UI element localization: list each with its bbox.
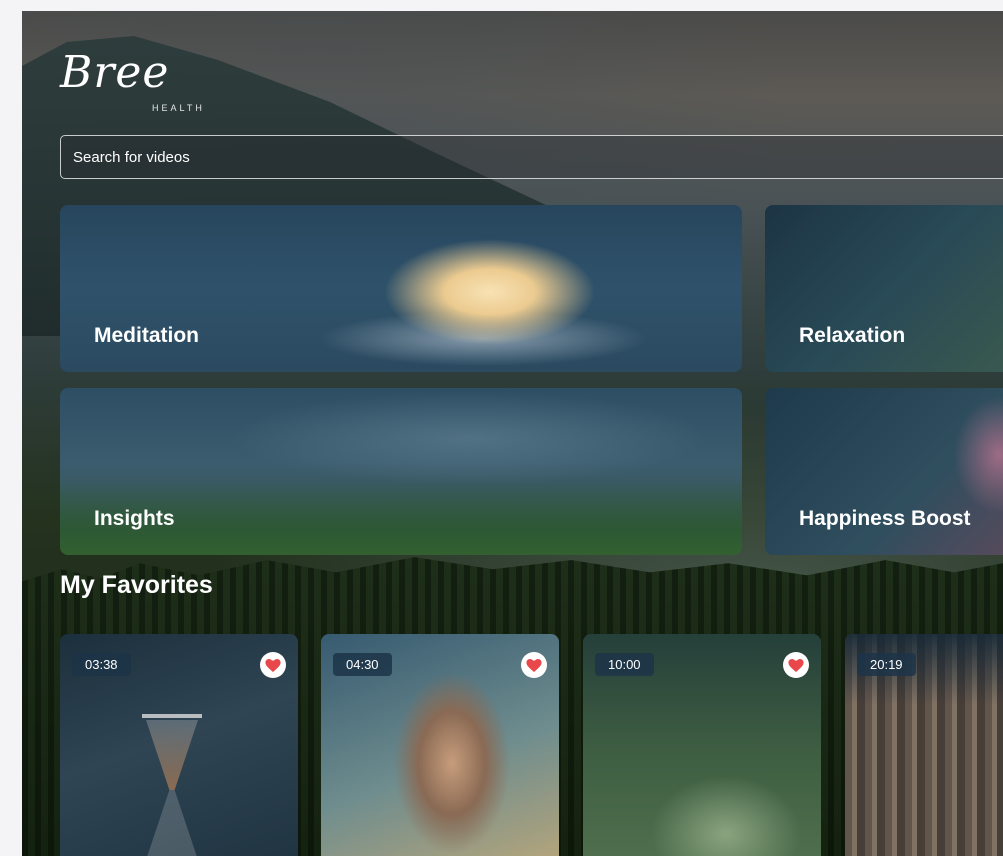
favorite-video-card[interactable]: 03:38 bbox=[60, 634, 298, 856]
app-background: Bree HEALTH Meditation Relaxation Insigh… bbox=[22, 11, 1003, 856]
category-label: Insights bbox=[94, 507, 175, 530]
duration-badge: 03:38 bbox=[72, 653, 131, 676]
heart-icon[interactable] bbox=[260, 652, 286, 678]
logo-subtitle: HEALTH bbox=[152, 103, 205, 113]
hourglass-thumbnail bbox=[142, 714, 202, 856]
duration-badge: 20:19 bbox=[857, 653, 916, 676]
category-card-happiness-boost[interactable]: Happiness Boost bbox=[765, 388, 1003, 555]
bree-health-logo[interactable]: Bree HEALTH bbox=[60, 47, 210, 119]
favorite-video-card[interactable]: 10:00 bbox=[583, 634, 821, 856]
heart-icon[interactable] bbox=[783, 652, 809, 678]
category-label: Meditation bbox=[94, 324, 199, 347]
search-input[interactable] bbox=[60, 135, 1003, 179]
favorite-video-card[interactable]: 04:30 bbox=[321, 634, 559, 856]
category-label: Relaxation bbox=[799, 324, 906, 347]
category-card-meditation[interactable]: Meditation bbox=[60, 205, 742, 372]
category-card-insights[interactable]: Insights bbox=[60, 388, 742, 555]
duration-badge: 10:00 bbox=[595, 653, 654, 676]
favorite-video-card[interactable]: 20:19 bbox=[845, 634, 1003, 856]
favorites-section-title: My Favorites bbox=[60, 571, 213, 599]
category-card-relaxation[interactable]: Relaxation bbox=[765, 205, 1003, 372]
category-label: Happiness Boost bbox=[799, 507, 971, 530]
logo-wordmark: Bree bbox=[60, 47, 170, 98]
heart-icon[interactable] bbox=[521, 652, 547, 678]
duration-badge: 04:30 bbox=[333, 653, 392, 676]
